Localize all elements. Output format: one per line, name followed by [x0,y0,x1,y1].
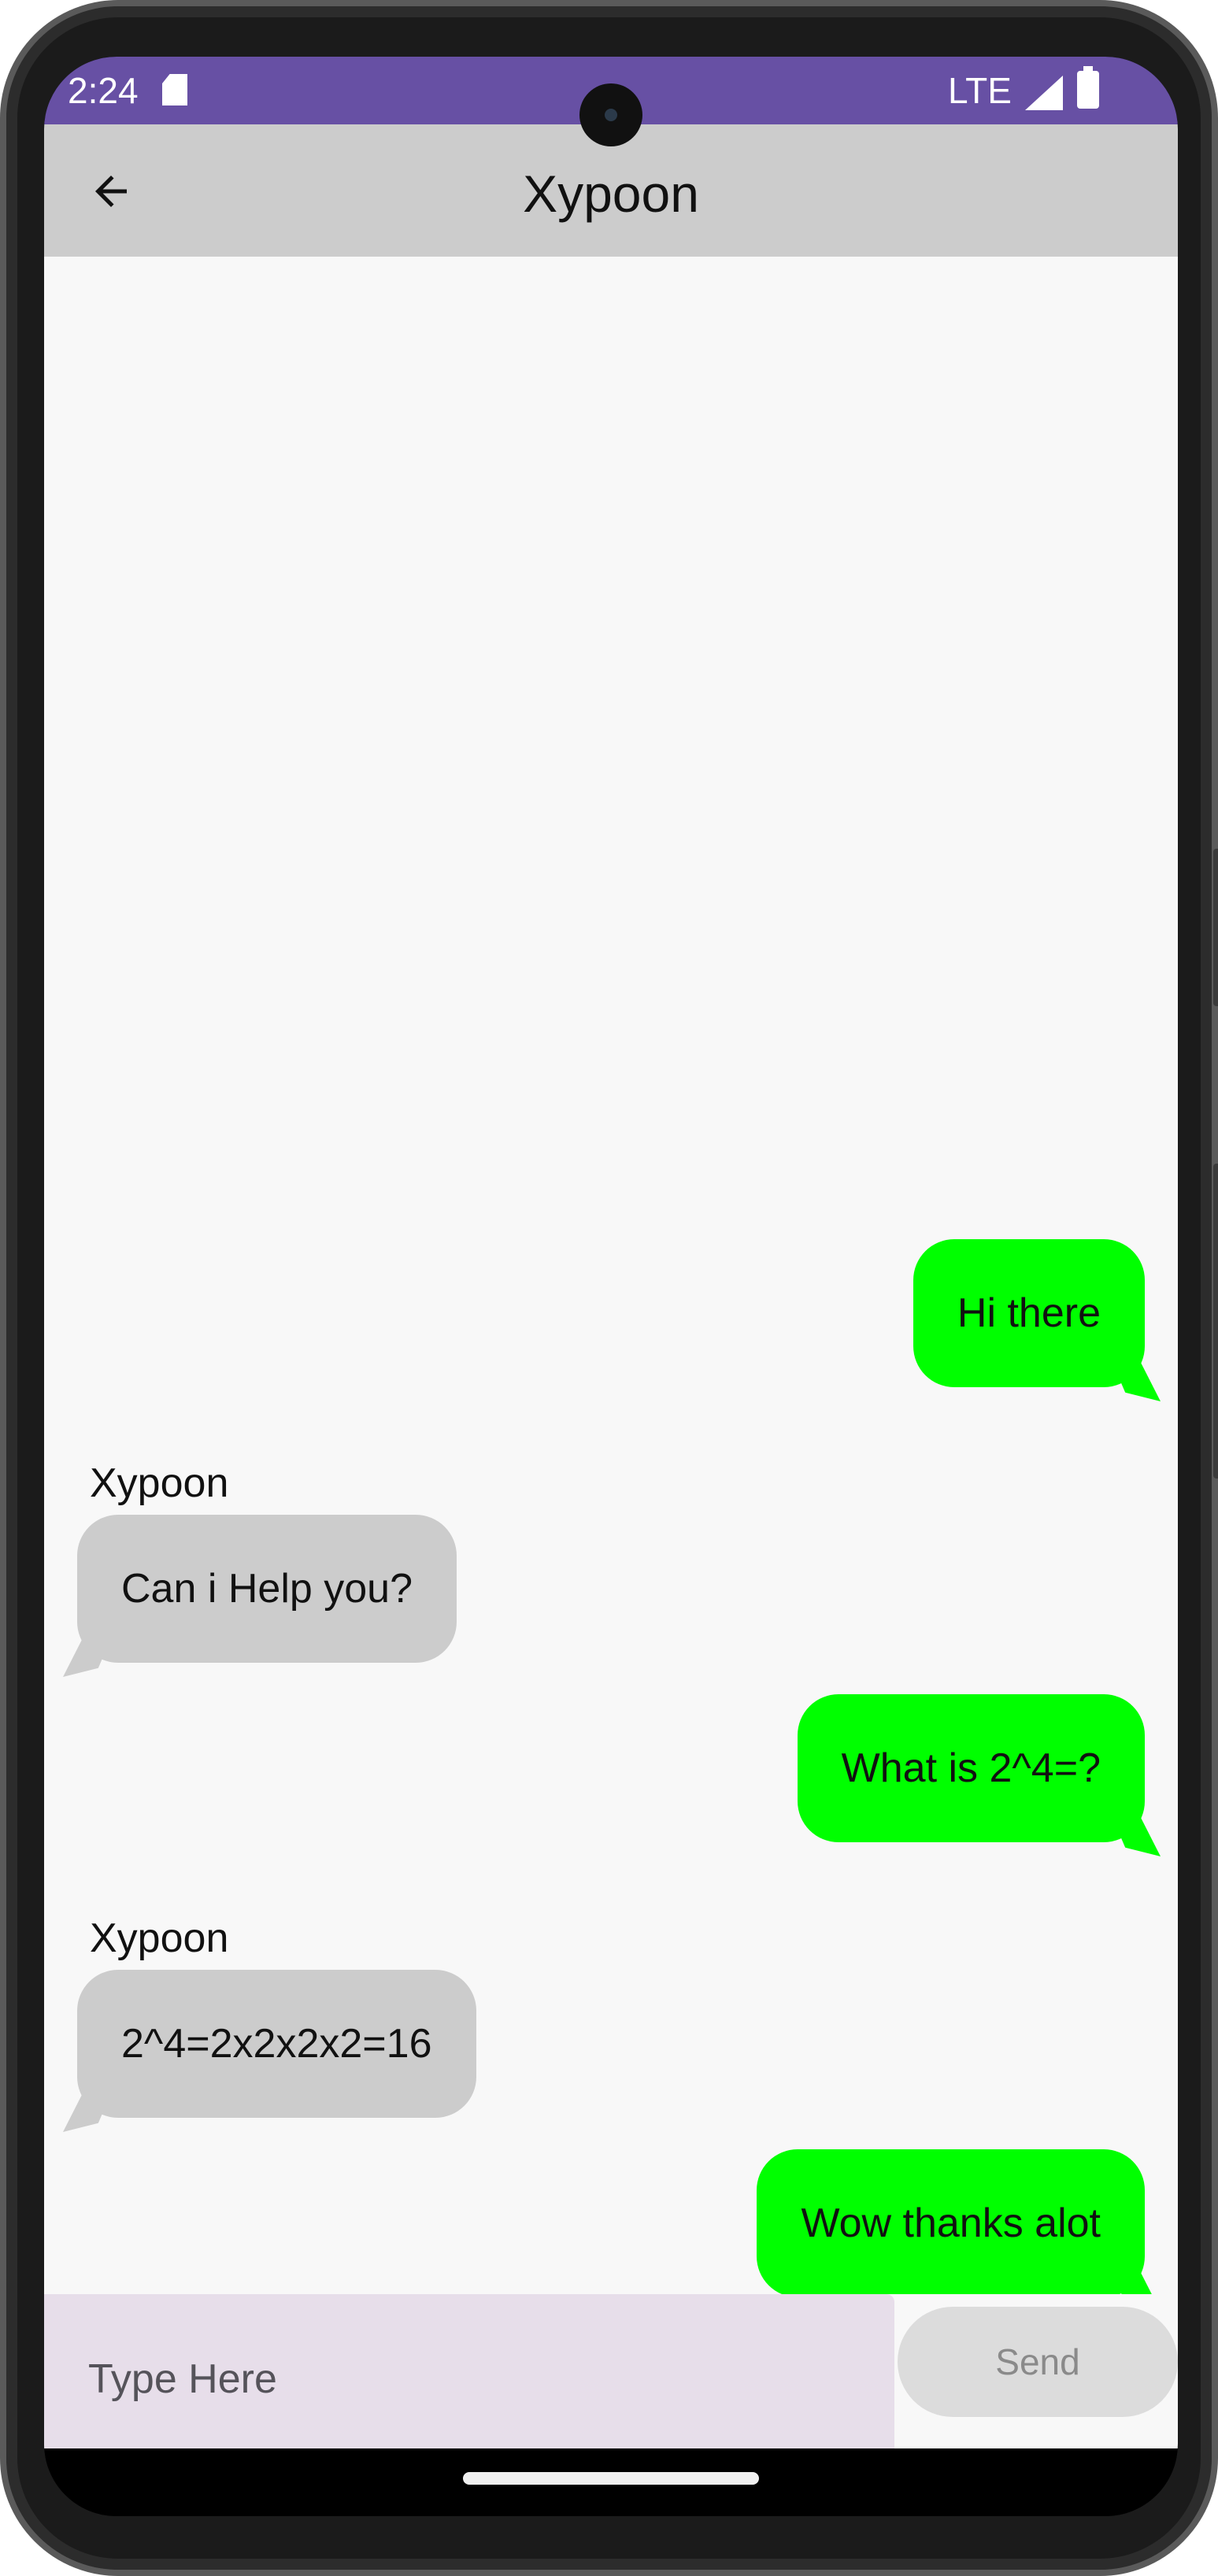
composer-bar: Send [44,2294,1178,2448]
message-text: 2^4=2x2x2x2=16 [121,2021,432,2067]
bubble-tail [63,2088,113,2132]
volume-button [1213,849,1218,1006]
bubble-tail [63,1633,113,1677]
message-bubble: What is 2^4=? [797,1694,1161,1856]
message-input[interactable] [44,2294,894,2448]
navigation-bar [44,2448,1178,2516]
signal-icon [1025,76,1063,110]
message-bubble: Can i Help you? [63,1515,457,1677]
phone-frame: 2:24 LTE Xypoon Hi there Xypoon Can i He… [0,0,1218,2576]
message-outgoing: What is 2^4=? [797,1694,1161,1856]
message-incoming: Xypoon Can i Help you? [63,1460,457,1677]
message-outgoing: Wow thanks alot [757,2149,1161,2311]
message-bubble: Wow thanks alot [757,2149,1161,2311]
message-text: Hi there [957,1290,1101,1336]
bubble-tail [1110,1812,1161,1856]
sender-name: Xypoon [90,1460,229,1506]
message-bubble: Hi there [913,1239,1161,1401]
message-text: What is 2^4=? [841,1745,1101,1791]
page-title: Xypoon [523,165,699,223]
battery-icon [1077,66,1099,109]
bubble-tail [1110,1357,1161,1401]
home-gesture-handle[interactable] [463,2472,759,2485]
sender-name: Xypoon [90,1915,229,1961]
message-incoming: Xypoon 2^4=2x2x2x2=16 [63,1915,476,2132]
power-button [1213,1164,1218,1479]
front-camera [579,83,642,146]
message-text: Can i Help you? [121,1566,413,1612]
send-button[interactable]: Send [898,2307,1178,2417]
message-text: Wow thanks alot [801,2200,1101,2246]
message-outgoing: Hi there [913,1239,1161,1401]
sd-card-icon [162,74,187,105]
status-time: 2:24 [68,70,139,111]
screen: 2:24 LTE Xypoon Hi there Xypoon Can i He… [44,57,1178,2516]
message-bubble: 2^4=2x2x2x2=16 [63,1970,476,2132]
chat-message-list[interactable]: Hi there Xypoon Can i Help you? What is … [44,257,1178,2311]
network-type: LTE [948,70,1012,111]
